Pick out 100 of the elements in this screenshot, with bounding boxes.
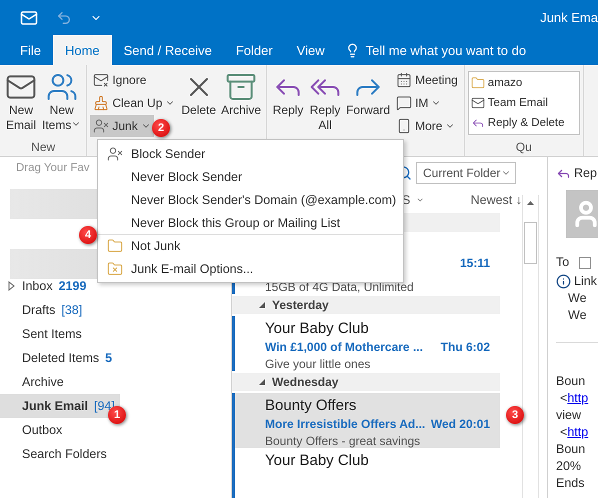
person-block-icon (106, 146, 122, 162)
folder-name: Junk Email (22, 399, 88, 413)
info-text: We (567, 307, 588, 324)
folder-count: 5 (105, 351, 112, 365)
info-icon (556, 274, 571, 289)
ribbon-button[interactable]: Reply All (307, 69, 344, 140)
ribbon-tab[interactable]: Folder (224, 35, 285, 65)
menu-item[interactable]: Never Block this Group or Mailing List (98, 211, 403, 234)
body-link[interactable]: http (567, 425, 588, 439)
folder-count: 2199 (58, 279, 86, 293)
message-preview: 15GB of 4G Data, Unlimited (265, 280, 415, 294)
quick-step[interactable]: Team Email (470, 93, 577, 113)
folder-item[interactable]: Inbox 2199 (0, 274, 92, 298)
message-time: Thu 6:02 (440, 340, 490, 354)
ribbon-button[interactable]: New Items (40, 69, 84, 140)
ribbon-button[interactable]: Archive (219, 69, 264, 140)
scrollbar[interactable] (522, 195, 539, 498)
scroll-up-icon[interactable] (526, 200, 535, 206)
folder-item[interactable]: Sent Items (0, 322, 87, 346)
body-text: 20% (556, 458, 582, 475)
folder-count: [38] (61, 303, 82, 317)
message-time: 15:11 (460, 256, 490, 270)
pane-reply-button[interactable]: Rep (556, 165, 598, 182)
body-text: Ends (556, 475, 586, 492)
message-sender: Your Baby Club (265, 320, 370, 338)
group-label: Qu (514, 140, 533, 156)
menu-item[interactable]: Not Junk (98, 234, 403, 257)
sort-button[interactable]: Newest ↓ (470, 192, 522, 207)
message-preview: Bounty Offers - great savings (265, 434, 422, 448)
menu-item[interactable]: Never Block Sender (98, 165, 403, 188)
ribbon-button[interactable]: Delete (179, 69, 218, 140)
message-preview: Give your little ones (265, 356, 372, 371)
folder-name: Outbox (22, 423, 62, 437)
folder-name: Deleted Items (22, 351, 100, 365)
menu-item[interactable]: Never Block Sender's Domain (@example.com) (98, 188, 403, 211)
broom-icon (93, 95, 110, 111)
folder-item[interactable]: Drafts [38] (0, 298, 88, 322)
envelope-cross-icon (93, 72, 110, 88)
chat-icon (396, 95, 412, 111)
to-label: To (556, 254, 570, 271)
window-title: Junk Ema (540, 10, 598, 25)
ribbon-button[interactable]: Reply (270, 69, 306, 140)
expand-arrow-icon[interactable] (8, 281, 15, 291)
folder-name: Drafts (22, 303, 56, 317)
message-sender: Your Baby Club (265, 452, 370, 470)
body-link[interactable]: http (567, 391, 588, 405)
info-title: Link (574, 273, 597, 290)
ribbon-tab[interactable]: Home (52, 35, 112, 65)
collapse-triangle-icon (258, 378, 266, 386)
folder-name: Inbox (22, 279, 53, 293)
message-subject: More Irresistible Offers Ad... (265, 416, 426, 431)
favorites-hint: Drag Your Fav (16, 161, 90, 176)
date-group-header[interactable]: Yesterday (232, 296, 500, 314)
message-sender: Bounty Offers (265, 396, 358, 415)
folder-name: Archive (22, 375, 64, 389)
body-text: < (560, 425, 568, 439)
menu-item[interactable]: Junk E-mail Options... (98, 257, 403, 280)
folder-item[interactable]: Deleted Items 5 (0, 346, 118, 370)
date-group-header[interactable]: Wednesday (232, 372, 500, 391)
annotation-badge: 3 (506, 406, 524, 424)
app-icon[interactable] (20, 8, 38, 26)
ribbon-button[interactable]: Meeting (393, 69, 461, 91)
ribbon-button[interactable]: Clean Up (90, 92, 178, 114)
scope-dropdown[interactable]: Current Folder (416, 162, 516, 184)
folder-item[interactable]: Archive (0, 370, 69, 394)
quick-step[interactable]: amazo (470, 73, 577, 93)
folder-block-icon (106, 261, 122, 277)
folder-item[interactable]: Search Folders (0, 442, 112, 466)
ribbon-button[interactable]: More (393, 115, 458, 137)
checkbox[interactable] (579, 256, 592, 268)
folder-name: Sent Items (22, 327, 82, 341)
scroll-thumb[interactable] (524, 222, 537, 264)
body-text: Boun (556, 441, 586, 458)
collapse-triangle-icon (258, 300, 266, 309)
body-text: < (560, 391, 568, 405)
quick-step[interactable]: Reply & Delete (470, 113, 577, 133)
annotation-badge: 4 (79, 226, 97, 244)
people-icon (46, 71, 78, 103)
message-item[interactable]: Bounty Offers More Irresistible Offers Ad... Wed 20:01 Bounty Offers - great savings (232, 392, 500, 448)
message-subject: Win £1,000 of Mothercare ... (265, 340, 423, 354)
info-text: We (567, 290, 588, 307)
folder-icon (470, 76, 485, 90)
tell-me-field[interactable]: Tell me what you want to do (336, 35, 526, 65)
ribbon-tab[interactable]: File (8, 35, 53, 65)
envelope-icon (470, 96, 485, 110)
folder-name: Search Folders (22, 447, 107, 461)
message-time: Wed 20:01 (430, 416, 490, 431)
ribbon-button[interactable]: Junk (90, 115, 154, 137)
calendar-icon (396, 72, 412, 88)
ribbon-tab[interactable]: View (284, 35, 337, 65)
person-block-icon (93, 118, 110, 134)
group-label: New (30, 140, 56, 156)
ribbon-button[interactable]: New Email (3, 69, 39, 140)
ribbon-button[interactable]: Forward (344, 69, 392, 140)
ribbon-button[interactable]: IM (393, 92, 444, 114)
folder-item[interactable]: Outbox (0, 418, 68, 442)
archive-box-icon (225, 71, 258, 103)
menu-item[interactable]: Block Sender (98, 142, 403, 165)
ribbon-button[interactable]: Ignore (90, 69, 150, 91)
ribbon-tab[interactable]: Send / Receive (112, 35, 224, 65)
